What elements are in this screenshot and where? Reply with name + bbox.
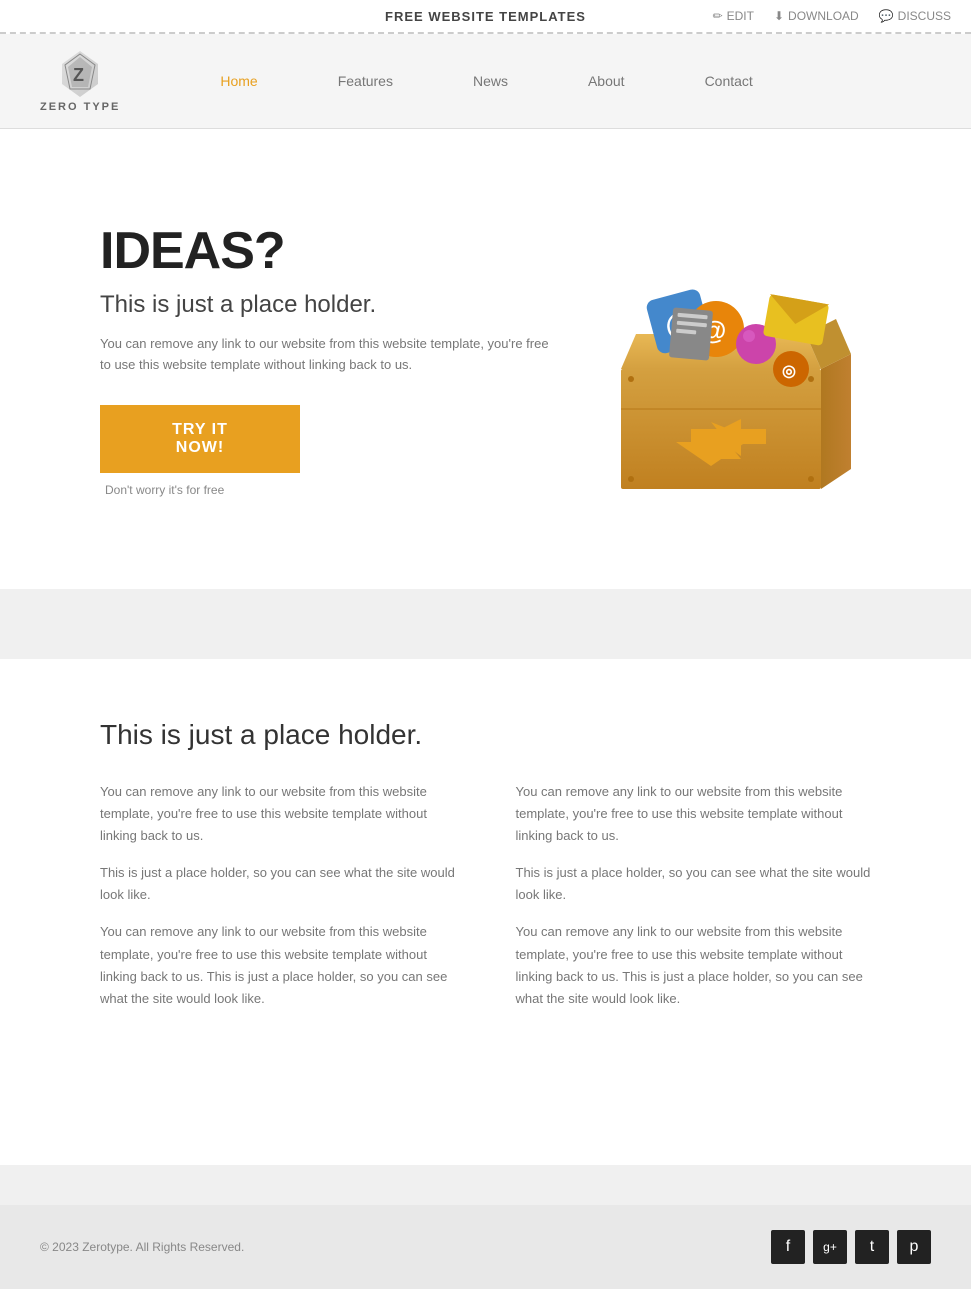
nav-news[interactable]: News xyxy=(433,68,548,94)
discuss-action[interactable]: 💬 DISCUSS xyxy=(879,9,951,23)
footer-copyright: © 2023 Zerotype. All Rights Reserved. xyxy=(40,1240,244,1254)
logo-text: ZERO TYPE xyxy=(40,101,120,113)
content-col2-p3: You can remove any link to our website f… xyxy=(516,921,872,1009)
logo-icon: Z xyxy=(60,49,100,99)
download-action[interactable]: ⬇ DOWNLOAD xyxy=(774,9,859,23)
logo-area[interactable]: Z ZERO TYPE xyxy=(40,49,120,113)
site-footer: © 2023 Zerotype. All Rights Reserved. f … xyxy=(0,1205,971,1289)
facebook-icon[interactable]: f xyxy=(771,1230,805,1264)
main-nav: Home Features News About Contact xyxy=(180,68,931,94)
content-col1-p3: You can remove any link to our website f… xyxy=(100,921,456,1009)
content-columns: You can remove any link to our website f… xyxy=(100,781,871,1025)
content-col2-p2: This is just a place holder, so you can … xyxy=(516,862,872,906)
site-header: Z ZERO TYPE Home Features News About Con… xyxy=(0,34,971,129)
footer-social: f g+ t p xyxy=(771,1230,931,1264)
section-spacer xyxy=(0,589,971,639)
content-col-right: You can remove any link to our website f… xyxy=(516,781,872,1025)
download-icon: ⬇ xyxy=(774,9,784,23)
hero-title: IDEAS? xyxy=(100,221,550,281)
svg-text:◎: ◎ xyxy=(782,363,796,380)
content-col1-p2: This is just a place holder, so you can … xyxy=(100,862,456,906)
pinterest-letter: p xyxy=(910,1238,919,1256)
hero-description: You can remove any link to our website f… xyxy=(100,334,550,376)
twitter-letter: t xyxy=(870,1238,874,1256)
try-now-button[interactable]: TRY IT NOW! xyxy=(100,405,300,473)
googleplus-icon[interactable]: g+ xyxy=(813,1230,847,1264)
content-col2-p1: You can remove any link to our website f… xyxy=(516,781,872,847)
discuss-label: DISCUSS xyxy=(898,9,951,23)
top-bar: FREE WEBSITE TEMPLATES ✏ EDIT ⬇ DOWNLOAD… xyxy=(0,0,971,34)
site-template-title: FREE WEBSITE TEMPLATES xyxy=(385,9,586,24)
edit-action[interactable]: ✏ EDIT xyxy=(713,9,754,23)
content-section: This is just a place holder. You can rem… xyxy=(0,659,971,1085)
hero-section: IDEAS? This is just a place holder. You … xyxy=(0,129,971,589)
nav-contact[interactable]: Contact xyxy=(665,68,793,94)
nav-about[interactable]: About xyxy=(548,68,665,94)
twitter-icon[interactable]: t xyxy=(855,1230,889,1264)
hero-content: IDEAS? This is just a place holder. You … xyxy=(100,221,550,498)
content-title: This is just a place holder. xyxy=(100,719,871,751)
content-col-left: You can remove any link to our website f… xyxy=(100,781,456,1025)
edit-label: EDIT xyxy=(727,9,754,23)
hero-subtitle: This is just a place holder. xyxy=(100,291,550,319)
discuss-icon: 💬 xyxy=(879,9,894,23)
facebook-letter: f xyxy=(786,1238,790,1256)
pinterest-icon[interactable]: p xyxy=(897,1230,931,1264)
hero-image: @ @ ◎ xyxy=(551,214,871,504)
footer-spacer xyxy=(0,1085,971,1165)
hero-free-text: Don't worry it's for free xyxy=(105,483,224,497)
edit-icon: ✏ xyxy=(713,9,723,23)
googleplus-letter: g+ xyxy=(823,1240,837,1254)
svg-text:Z: Z xyxy=(73,65,84,85)
download-label: DOWNLOAD xyxy=(788,9,859,23)
nav-features[interactable]: Features xyxy=(298,68,433,94)
top-bar-actions: ✏ EDIT ⬇ DOWNLOAD 💬 DISCUSS xyxy=(713,9,951,23)
download-box-illustration: @ @ ◎ xyxy=(571,214,851,504)
nav-home[interactable]: Home xyxy=(180,68,297,94)
content-col1-p1: You can remove any link to our website f… xyxy=(100,781,456,847)
